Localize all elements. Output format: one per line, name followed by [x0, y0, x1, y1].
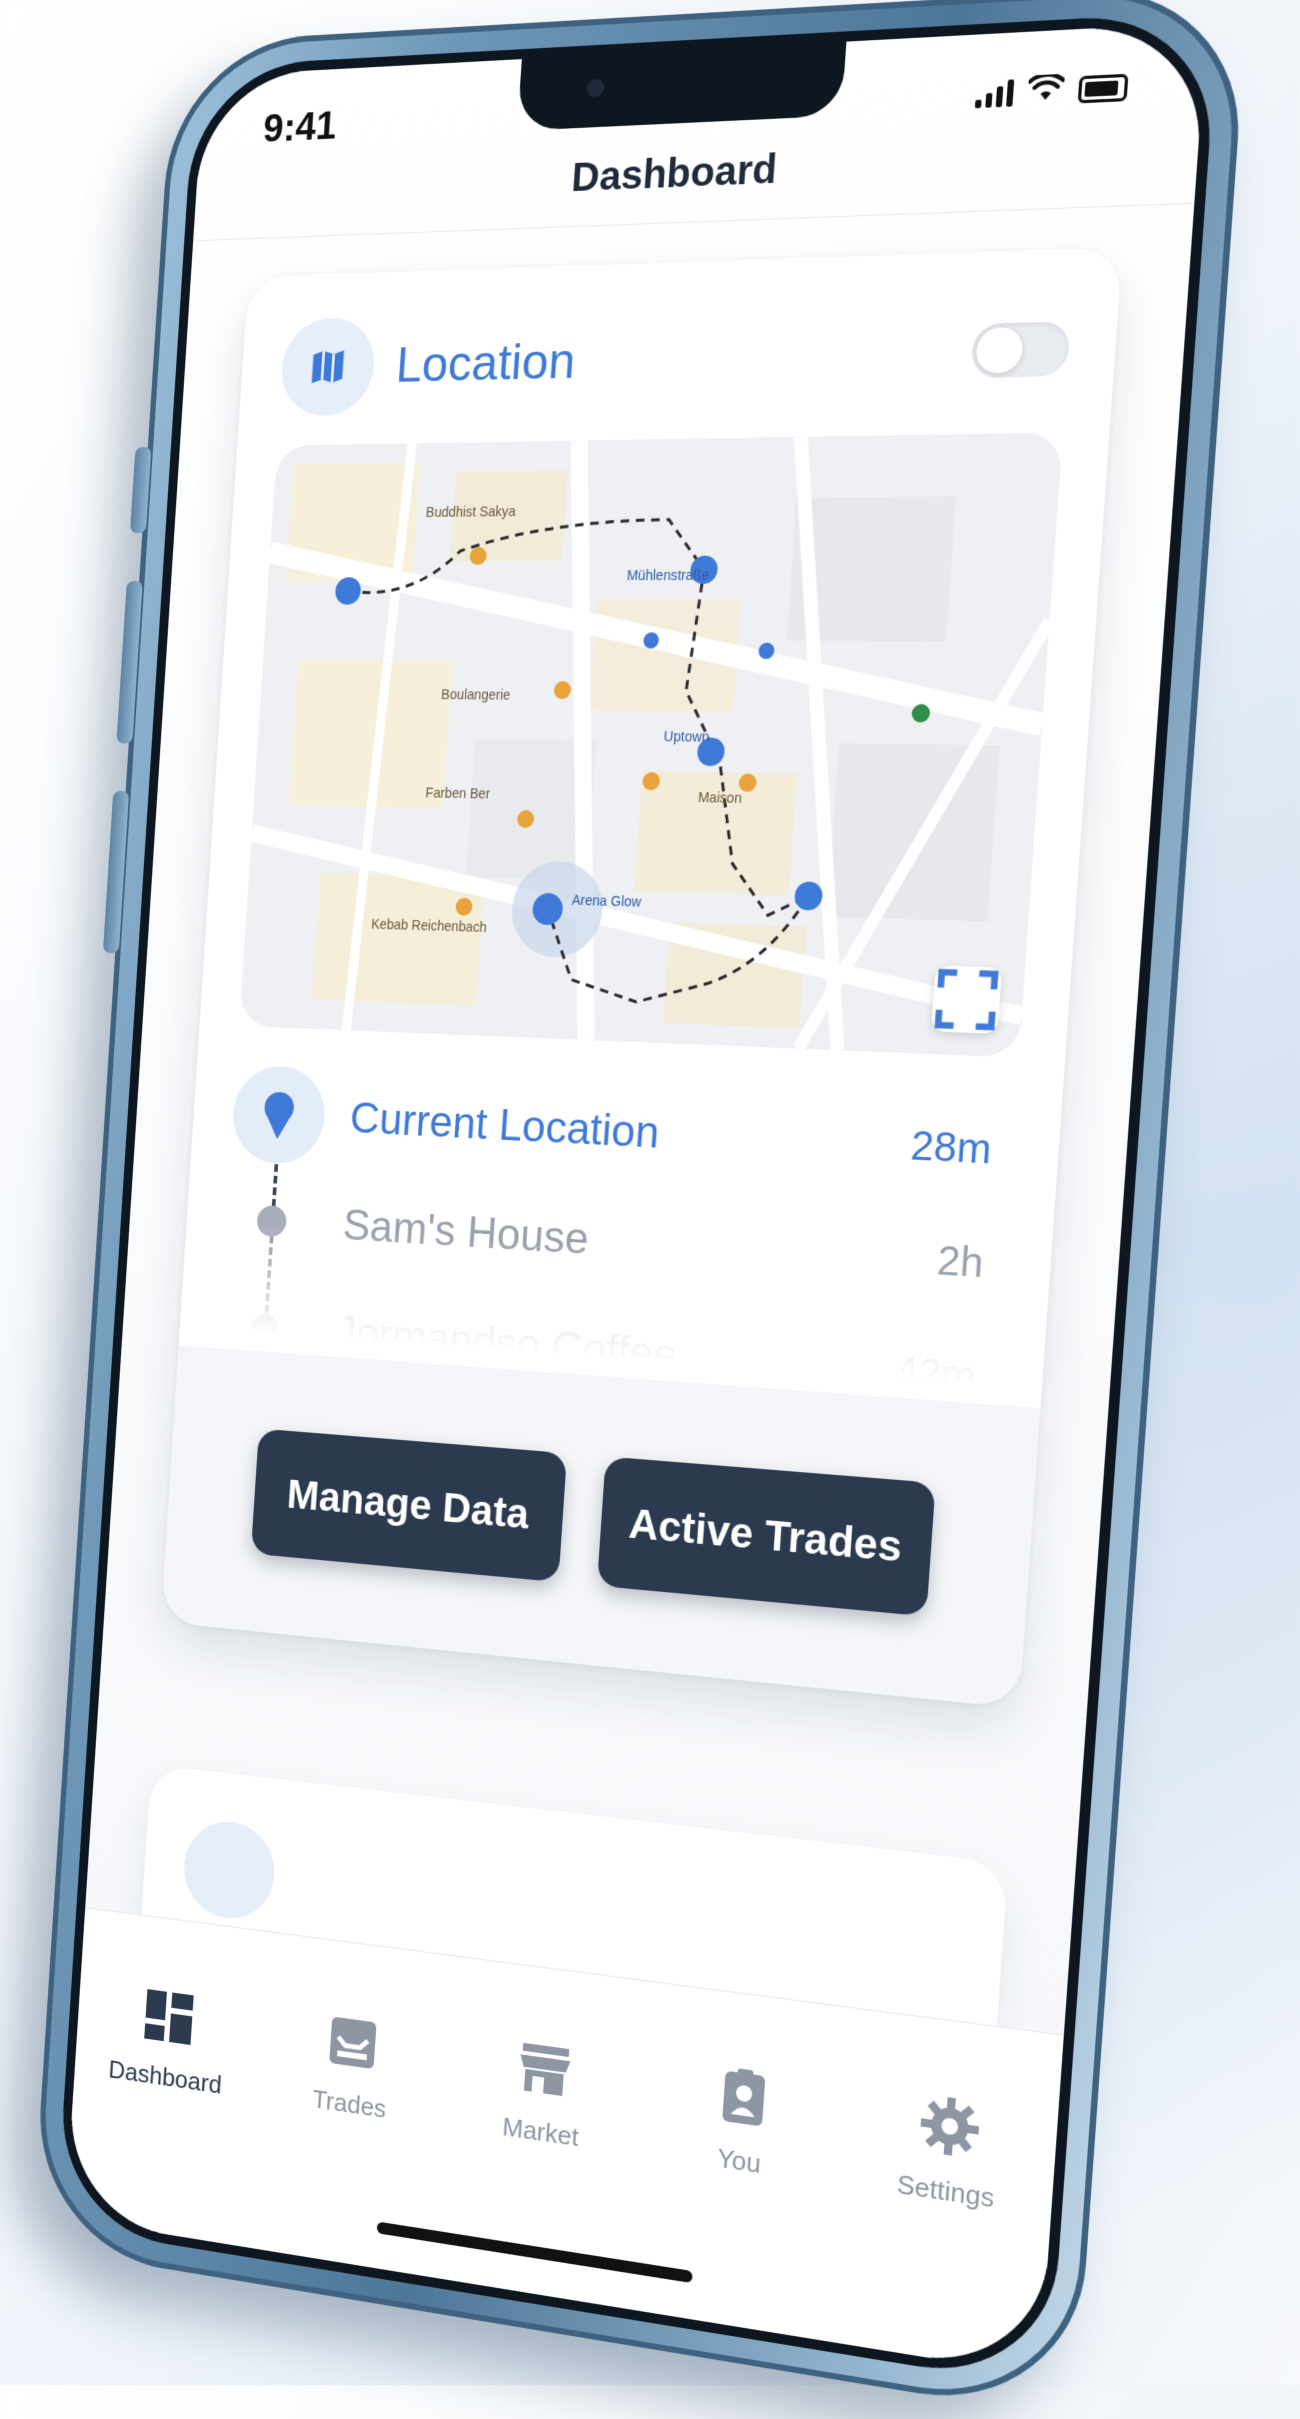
current-pin-badge — [230, 1064, 328, 1166]
location-card: Location Buddhist Sakya Mühlenstraße Bou… — [160, 247, 1123, 1709]
map-expand-button[interactable] — [931, 965, 1003, 1034]
tab-label: Trades — [311, 2083, 388, 2124]
location-card-title: Location — [394, 332, 578, 393]
dashboard-icon — [144, 1989, 194, 2045]
wifi-icon — [1027, 74, 1065, 109]
timeline-time: 28m — [909, 1122, 993, 1173]
map-label: Mühlenstraße — [626, 567, 709, 583]
timeline-time: 42m — [893, 1348, 977, 1384]
tab-you[interactable]: You — [649, 2053, 836, 2190]
timeline-connector — [264, 1235, 274, 1313]
expand-icon — [931, 965, 1002, 1033]
map-icon — [311, 345, 345, 389]
toggle-knob — [974, 326, 1025, 374]
location-map[interactable]: Buddhist Sakya Mühlenstraße Boulangerie … — [239, 432, 1063, 1058]
tab-settings[interactable]: Settings — [852, 2081, 1046, 2221]
timeline-time: 2h — [935, 1237, 985, 1286]
dot-icon — [256, 1204, 288, 1238]
map-label: Boulangerie — [441, 687, 511, 703]
status-time: 9:41 — [261, 103, 338, 151]
tab-label: Dashboard — [107, 2054, 223, 2100]
app-screen: 9:41 Dashboard Location Buddhist Sakya M… — [65, 22, 1208, 2376]
active-trades-button[interactable]: Active Trades — [596, 1456, 936, 1617]
location-toggle[interactable] — [970, 321, 1071, 378]
map-label: Buddhist Sakya — [425, 504, 516, 520]
phone-screen: 9:41 Dashboard Location Buddhist Sakya M… — [55, 10, 1219, 2388]
timeline-label: Current Location — [348, 1094, 661, 1158]
location-actions: Manage Data Active Trades — [160, 1345, 1041, 1709]
tab-label: Market — [501, 2111, 580, 2153]
market-icon — [519, 2042, 571, 2097]
second-card-icon-badge — [181, 1816, 278, 1924]
map-label: Uptown — [663, 729, 710, 745]
tab-label: You — [716, 2142, 762, 2180]
home-indicator — [376, 2221, 693, 2284]
map-label: Farben Ber — [425, 785, 491, 802]
manage-data-button[interactable]: Manage Data — [250, 1428, 568, 1583]
location-pin-icon — [262, 1091, 295, 1140]
trades-icon — [322, 2016, 385, 2070]
gear-icon — [920, 2097, 980, 2156]
phone-device: 9:41 Dashboard Location Buddhist Sakya M… — [31, 0, 1250, 2419]
location-card-header: Location — [278, 291, 1073, 421]
map-label: Arena Glow — [571, 892, 642, 910]
timeline-marker — [223, 1170, 320, 1272]
battery-icon — [1077, 73, 1129, 104]
tab-trades[interactable]: Trades — [266, 2001, 439, 2132]
tab-market[interactable]: Market — [454, 2026, 634, 2160]
tab-dashboard[interactable]: Dashboard — [84, 1976, 251, 2104]
location-timeline: Current Location 28m Sam's House 2h Jorm… — [219, 1060, 1016, 1384]
location-icon-badge — [278, 316, 378, 417]
timeline-label: Sam's House — [341, 1201, 591, 1264]
dot-icon — [251, 1312, 279, 1342]
signal-icon — [974, 79, 1015, 109]
badge-icon — [721, 2068, 766, 2127]
status-icons — [974, 71, 1129, 112]
map-label: Maison — [698, 789, 743, 806]
tab-label: Settings — [895, 2168, 996, 2214]
